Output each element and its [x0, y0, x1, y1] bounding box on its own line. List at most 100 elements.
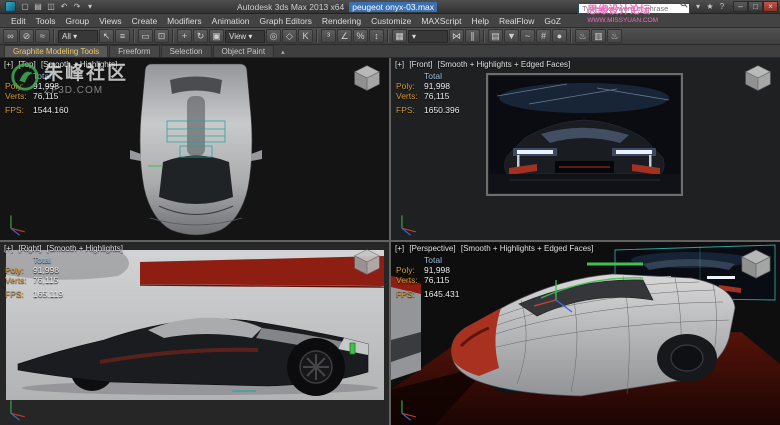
- open-file-icon[interactable]: ▤: [32, 1, 44, 12]
- viewport-menu-pov[interactable]: [Top]: [18, 60, 35, 69]
- select-by-name-icon[interactable]: ≡: [115, 29, 130, 43]
- toolbar-separator: [172, 29, 174, 43]
- menu-item-views[interactable]: Views: [94, 16, 127, 26]
- menu-item-customize[interactable]: Customize: [366, 16, 416, 26]
- reference-coordinate-dropdown[interactable]: View ▾: [225, 30, 265, 43]
- viewport-front[interactable]: [+] [Front] [Smooth + Highlights + Edged…: [391, 58, 780, 240]
- viewport-statistics: Total Poly:91,998 Verts:76,115 FPS:165.1…: [5, 255, 63, 299]
- project-dropdown-icon[interactable]: ▾: [84, 1, 96, 12]
- use-pivot-center-icon[interactable]: ◎: [266, 29, 281, 43]
- infocenter-search: [578, 0, 690, 16]
- viewport-menu-pov[interactable]: [Front]: [409, 60, 432, 69]
- ribbon-tab-graphite-modeling-tools[interactable]: Graphite Modeling Tools: [4, 45, 108, 57]
- mirror-icon[interactable]: ⋈: [449, 29, 464, 43]
- select-move-icon[interactable]: +: [177, 29, 192, 43]
- sign-in-icon[interactable]: ▾: [692, 1, 704, 12]
- menu-item-maxscript[interactable]: MAXScript: [416, 16, 466, 26]
- select-scale-icon[interactable]: ▣: [209, 29, 224, 43]
- undo-icon[interactable]: ↶: [58, 1, 70, 12]
- new-file-icon[interactable]: ▢: [19, 1, 31, 12]
- ribbon-tabs: Graphite Modeling ToolsFreeformSelection…: [4, 45, 274, 57]
- menu-item-rendering[interactable]: Rendering: [317, 16, 366, 26]
- bind-to-spacewarp-icon[interactable]: ≈: [35, 29, 50, 43]
- rendered-frame-icon[interactable]: ▥: [591, 29, 606, 43]
- viewport-menu-general[interactable]: [+]: [4, 244, 13, 253]
- keyboard-override-icon[interactable]: K: [298, 29, 313, 43]
- viewport-menu-shading[interactable]: [Smooth + Highlights + Edged Faces]: [461, 244, 594, 253]
- redo-icon[interactable]: ↷: [71, 1, 83, 12]
- align-icon[interactable]: ∥: [465, 29, 480, 43]
- menu-item-modifiers[interactable]: Modifiers: [162, 16, 206, 26]
- select-link-icon[interactable]: ∞: [3, 29, 18, 43]
- maximize-button[interactable]: □: [748, 1, 763, 12]
- unlink-icon[interactable]: ⊘: [19, 29, 34, 43]
- menu-item-animation[interactable]: Animation: [207, 16, 255, 26]
- max-app-button[interactable]: [5, 1, 16, 12]
- search-icon: [680, 0, 688, 8]
- viewport-menu-general[interactable]: [+]: [395, 60, 404, 69]
- edit-named-selections-icon[interactable]: ▦: [392, 29, 407, 43]
- named-selection-dropdown[interactable]: ▾: [408, 30, 448, 43]
- help-icon[interactable]: ?: [716, 1, 728, 12]
- viewport-perspective[interactable]: [+] [Perspective] [Smooth + Highlights +…: [391, 242, 780, 425]
- angle-snap-icon[interactable]: ∠: [337, 29, 352, 43]
- minimize-button[interactable]: –: [733, 1, 748, 12]
- viewport-label: [+] [Front] [Smooth + Highlights + Edged…: [395, 60, 573, 69]
- select-rotate-icon[interactable]: ↻: [193, 29, 208, 43]
- viewport-menu-shading[interactable]: [Smooth + Highlights]: [47, 244, 123, 253]
- graphite-toggle-icon[interactable]: ▼: [504, 29, 519, 43]
- menu-item-create[interactable]: Create: [127, 16, 163, 26]
- percent-snap-icon[interactable]: %: [353, 29, 368, 43]
- favorites-star-icon[interactable]: ★: [704, 1, 716, 12]
- spinner-snap-icon[interactable]: ↕: [369, 29, 384, 43]
- menu-item-help[interactable]: Help: [466, 16, 493, 26]
- select-manipulate-icon[interactable]: ◇: [282, 29, 297, 43]
- menu-item-edit[interactable]: Edit: [6, 16, 31, 26]
- menu-item-goz[interactable]: GoZ: [539, 16, 566, 26]
- render-setup-icon[interactable]: ♨: [575, 29, 590, 43]
- material-editor-icon[interactable]: ●: [552, 29, 567, 43]
- ribbon-tab-selection[interactable]: Selection: [161, 45, 212, 57]
- save-file-icon[interactable]: ◫: [45, 1, 57, 12]
- search-input[interactable]: [578, 3, 690, 14]
- viewcube[interactable]: [743, 63, 773, 93]
- curve-editor-icon[interactable]: ~: [520, 29, 535, 43]
- viewport-menu-pov[interactable]: [Right]: [18, 244, 41, 253]
- 3dsmax-window: ▢▤◫↶↷▾ Autodesk 3ds Max 2013 x64peugeot …: [0, 0, 780, 425]
- layer-manager-icon[interactable]: ▤: [488, 29, 503, 43]
- viewport-top[interactable]: [+] [Top] [Smooth + Highlights] Total Po…: [0, 58, 389, 240]
- viewport-statistics: Total Poly:91,998 Verts:76,115 FPS:1645.…: [396, 255, 459, 299]
- viewport-menu-shading[interactable]: [Smooth + Highlights]: [41, 60, 117, 69]
- viewport-menu-general[interactable]: [+]: [4, 60, 13, 69]
- schematic-view-icon[interactable]: #: [536, 29, 551, 43]
- toolbar-separator: [53, 29, 55, 43]
- menu-item-group[interactable]: Group: [61, 16, 95, 26]
- viewcube[interactable]: [739, 247, 773, 281]
- selection-region-icon[interactable]: ▭: [138, 29, 153, 43]
- ribbon-minimize-icon[interactable]: ▴: [275, 47, 291, 57]
- render-production-icon[interactable]: ♨: [607, 29, 622, 43]
- toolbar-separator: [387, 29, 389, 43]
- menu-item-graph-editors[interactable]: Graph Editors: [254, 16, 316, 26]
- menu-item-realflow[interactable]: RealFlow: [494, 16, 539, 26]
- window-crossing-icon[interactable]: ⊡: [154, 29, 169, 43]
- snap-toggle-3d-icon[interactable]: ³: [321, 29, 336, 43]
- viewport-menu-pov[interactable]: [Perspective]: [409, 244, 455, 253]
- app-title: Autodesk 3ds Max 2013 x64: [237, 2, 344, 12]
- ribbon-tab-object-paint[interactable]: Object Paint: [213, 45, 275, 57]
- viewcube[interactable]: [352, 63, 382, 93]
- select-object-icon[interactable]: ↖: [99, 29, 114, 43]
- viewport-right[interactable]: [+] [Right] [Smooth + Highlights] Total …: [0, 242, 389, 425]
- toolbar-separator: [133, 29, 135, 43]
- ribbon-tab-freeform[interactable]: Freeform: [109, 45, 159, 57]
- viewcube[interactable]: [352, 247, 382, 277]
- selection-filter-dropdown[interactable]: All ▾: [58, 30, 98, 43]
- viewport-menu-shading[interactable]: [Smooth + Highlights + Edged Faces]: [438, 60, 571, 69]
- viewport-statistics: Total Poly:91,998 Verts:76,115 FPS:1544.…: [5, 71, 68, 115]
- menu-item-tools[interactable]: Tools: [31, 16, 61, 26]
- viewport-menu-general[interactable]: [+]: [395, 244, 404, 253]
- close-button[interactable]: ×: [763, 1, 778, 12]
- quick-access-toolbar: ▢▤◫↶↷▾: [19, 1, 96, 12]
- axis-tripod-icon: [4, 396, 30, 422]
- toolbar-separator: [316, 29, 318, 43]
